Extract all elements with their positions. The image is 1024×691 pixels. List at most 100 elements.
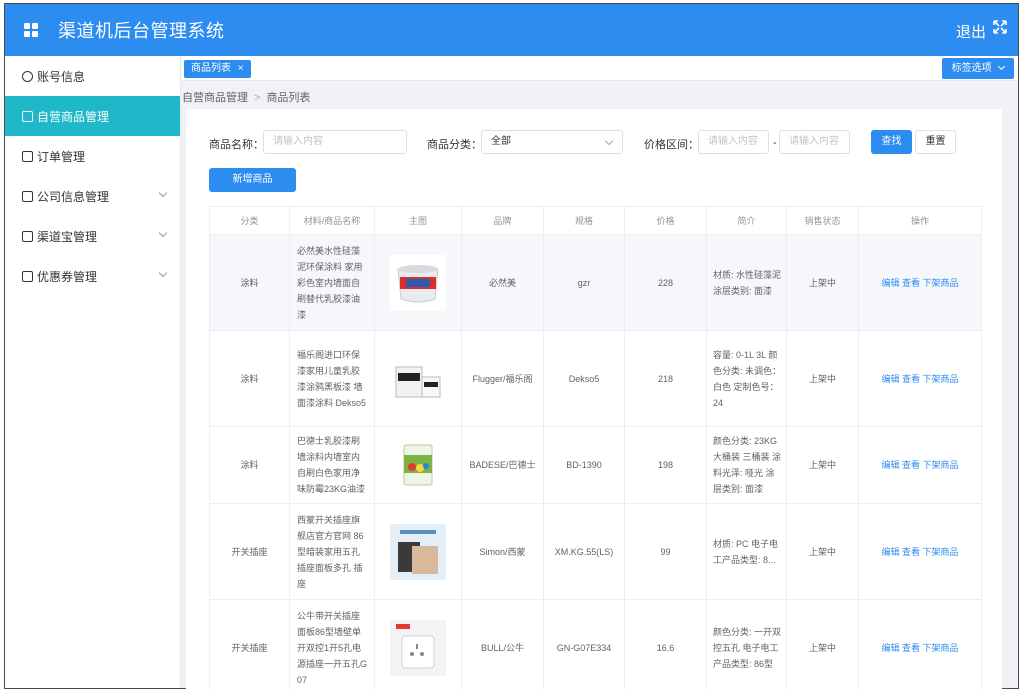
row-desc: 颜色分类: 23KG大桶装 三桶装 涂料光泽: 哑光 涂层类别: 面漆 [713,436,782,494]
row-image-cell [374,426,462,504]
product-image[interactable] [390,254,446,311]
chevron-down-icon [158,268,168,278]
top-header: 渠道机后台管理系统 退出 [5,4,1018,56]
sidebar-item-label: 订单管理 [37,149,86,164]
search-button[interactable]: 查找 [871,130,912,154]
product-image[interactable] [390,350,446,407]
row-spec: XM.KG.55(LS) [543,503,625,600]
view-link[interactable]: 查看 [902,460,920,470]
sidebar-item-label: 自营商品管理 [37,109,110,124]
fullscreen-icon[interactable] [992,19,1008,35]
offline-link[interactable]: 下架商品 [923,374,959,384]
reset-button[interactable]: 重置 [915,130,956,154]
view-link[interactable]: 查看 [902,547,920,557]
row-image-cell [374,599,462,689]
app-title: 渠道机后台管理系统 [58,21,225,41]
category-select[interactable]: 全部 [481,130,623,154]
sidebar-item-coupons[interactable]: 优惠券管理 [5,256,180,296]
tab-label: 商品列表 [191,63,231,74]
sidebar-item-orders[interactable]: 订单管理 [5,136,180,176]
row-name: 公牛带开关插座面板86型墙壁单开双控1开5孔电源插座一开五孔G07 [297,610,368,685]
logout-button[interactable]: 退出 [956,21,986,42]
price-min-input[interactable]: 请输入内容 [698,130,769,154]
tab-product-list[interactable]: 商品列表 × [184,60,251,78]
price-max-input[interactable]: 请输入内容 [779,130,850,154]
user-circle-icon [22,70,33,82]
bag-icon [22,110,33,122]
status-badge: 上架中 [786,503,859,600]
category-select-value: 全部 [491,136,511,147]
column-header: 操作 [858,206,982,235]
row-desc-cell: 颜色分类: 一开双控五孔 电子电工产品类型: 86型 [706,599,787,689]
row-name: 巴德士乳胶漆刷墙涂料内墙室内自刷白色家用净味防霉23KG油漆 [297,436,366,494]
product-image[interactable] [390,437,446,493]
chevron-down-icon [604,136,614,146]
category-filter-label: 商品分类： [427,139,482,151]
row-name: 福乐阁进口环保漆家用儿童乳胶漆涂鸦黑板漆 墙面漆涂料 Dekso5 [297,349,367,408]
product-list-card: 商品名称： 请输入内容 商品分类： 全部 价格区间： 请输入内容 - 请输入内容… [186,109,1002,689]
table-row[interactable]: 涂料 巴德士乳胶漆刷墙涂料内墙室内自刷白色家用净味防霉23KG油漆 BADESE… [209,426,982,504]
offline-link[interactable]: 下架商品 [923,278,959,288]
column-header: 材料/商品名称 [289,206,375,235]
status-badge: 上架中 [786,599,859,689]
row-spec: gzr [543,234,625,331]
row-image-cell [374,234,462,331]
column-header: 简介 [706,206,787,235]
table-row[interactable]: 开关插座 公牛带开关插座面板86型墙壁单开双控1开5孔电源插座一开五孔G07 B… [209,599,982,689]
row-brand: BULL/公牛 [461,599,544,689]
name-filter-input[interactable]: 请输入内容 [263,130,407,154]
sidebar-item-account[interactable]: 账号信息 [5,56,180,96]
breadcrumb-parent[interactable]: 自营商品管理 [182,92,248,104]
row-spec: BD-1390 [543,426,625,504]
row-actions: 编辑 查看 下架商品 [858,330,982,427]
offline-link[interactable]: 下架商品 [923,547,959,557]
row-price: 228 [624,234,707,331]
table-row[interactable]: 开关插座 西蒙开关插座旗舰店官方官网 86型暗装家用五孔插座面板多孔 插座 Si… [209,503,982,600]
product-image[interactable] [390,619,446,676]
view-link[interactable]: 查看 [902,643,920,653]
add-product-button[interactable]: 新增商品 [209,168,296,192]
breadcrumb: 自营商品管理 > 商品列表 [182,89,310,105]
edit-link[interactable]: 编辑 [881,643,899,653]
close-icon[interactable]: × [238,63,244,74]
offline-link[interactable]: 下架商品 [923,643,959,653]
row-category: 涂料 [209,426,290,504]
table-header-row: 分类 材料/商品名称 主图 品牌 规格 价格 简介 销售状态 操作 [209,206,982,235]
row-desc: 材质: PC 电子电工产品类型: 8... [713,538,779,565]
edit-link[interactable]: 编辑 [881,278,899,288]
apps-grid-icon[interactable] [24,23,38,37]
row-desc: 材质: 水性硅藻泥 涂层类别: 面漆 [713,269,782,296]
row-category: 开关插座 [209,599,290,689]
sidebar-item-channel[interactable]: 渠道宝管理 [5,216,180,256]
sidebar-item-company[interactable]: 公司信息管理 [5,176,180,216]
breadcrumb-current: 商品列表 [266,92,311,104]
table-row[interactable]: 涂料 必然美水性硅藻泥环保涂料 家用彩色室内墙面自刷替代乳胶漆油漆 必然美 gz… [209,234,982,331]
view-link[interactable]: 查看 [902,374,920,384]
tag-options-button[interactable]: 标签选项 [942,58,1014,79]
list-icon [22,150,33,162]
row-actions: 编辑 查看 下架商品 [858,426,982,504]
sidebar-item-label: 优惠券管理 [37,269,98,284]
row-brand: BADESE/巴德士 [461,426,544,504]
status-badge: 上架中 [786,234,859,331]
product-table: 分类 材料/商品名称 主图 品牌 规格 价格 简介 销售状态 操作 涂料 必然美… [209,206,982,689]
status-badge: 上架中 [786,426,859,504]
breadcrumb-separator: > [254,92,261,104]
edit-link[interactable]: 编辑 [881,460,899,470]
edit-link[interactable]: 编辑 [881,374,899,384]
status-badge: 上架中 [786,330,859,427]
row-brand: Flugger/福乐阁 [461,330,544,427]
row-category: 涂料 [209,330,290,427]
product-image[interactable] [390,523,446,580]
row-desc: 颜色分类: 一开双控五孔 电子电工产品类型: 86型 [713,626,782,669]
row-actions: 编辑 查看 下架商品 [858,599,982,689]
table-row[interactable]: 涂料 福乐阁进口环保漆家用儿童乳胶漆涂鸦黑板漆 墙面漆涂料 Dekso5 Flu… [209,330,982,427]
column-header: 主图 [374,206,462,235]
row-desc-cell: 颜色分类: 23KG大桶装 三桶装 涂料光泽: 哑光 涂层类别: 面漆 [706,426,787,504]
monitor-icon [22,270,33,282]
edit-link[interactable]: 编辑 [881,547,899,557]
view-link[interactable]: 查看 [902,278,920,288]
sidebar-item-label: 渠道宝管理 [37,229,98,244]
sidebar-item-own-products[interactable]: 自营商品管理 [5,96,180,136]
offline-link[interactable]: 下架商品 [923,460,959,470]
